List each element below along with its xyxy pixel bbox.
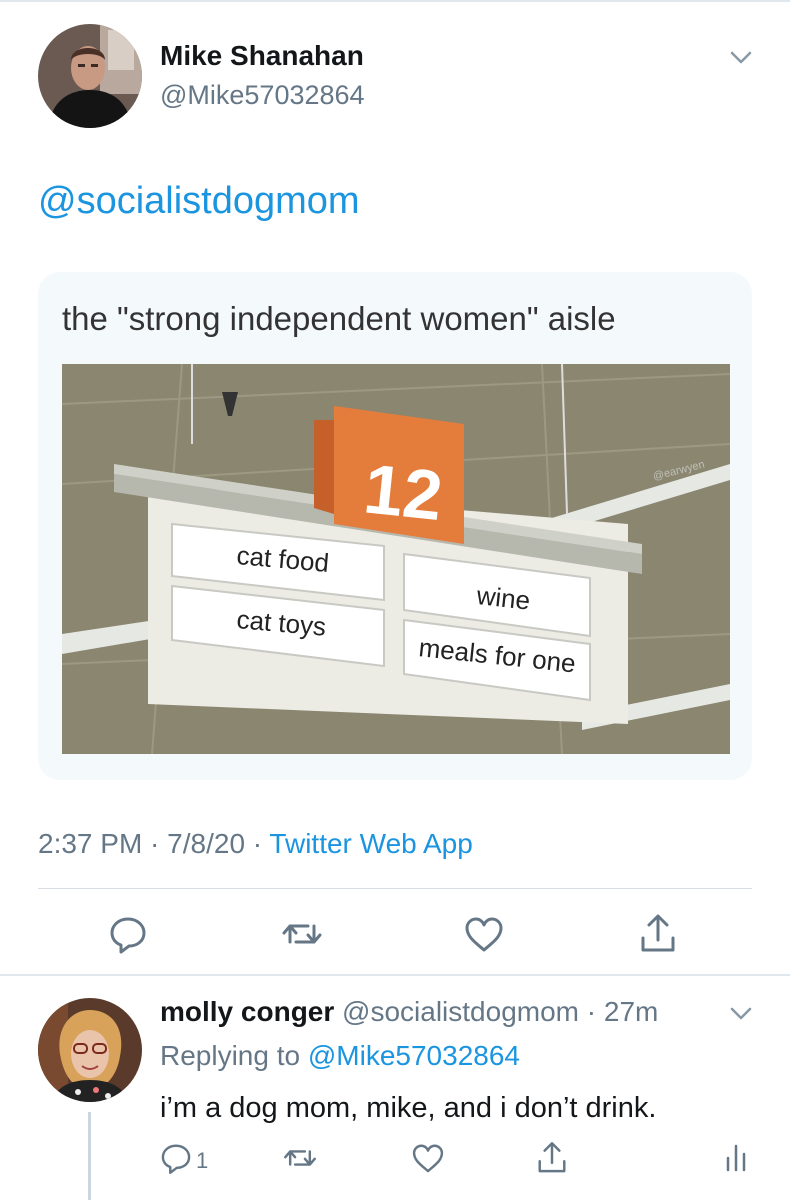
share-icon[interactable]	[534, 1140, 570, 1176]
replying-to-link[interactable]: @Mike57032864	[308, 1040, 520, 1071]
avatar-photo	[38, 24, 142, 128]
tweet-metadata: 2:37 PM · 7/8/20 · Twitter Web App	[38, 828, 473, 860]
replying-prefix: Replying to	[160, 1040, 308, 1071]
tweet-date[interactable]: 7/8/20	[167, 828, 245, 859]
analytics-icon[interactable]	[718, 1140, 754, 1176]
thread-line	[88, 1112, 91, 1200]
reply-count: 1	[196, 1148, 209, 1173]
reply-age[interactable]: 27m	[604, 996, 658, 1027]
meme-caption: the "strong independent women" aisle	[62, 300, 616, 337]
chevron-down-icon[interactable]	[726, 998, 756, 1028]
retweet-icon[interactable]	[280, 912, 324, 956]
avatar[interactable]	[38, 24, 142, 128]
retweet-icon[interactable]	[282, 1140, 318, 1176]
meta-separator: ·	[245, 828, 270, 859]
reply-icon[interactable]	[158, 1140, 194, 1176]
top-divider	[0, 0, 790, 2]
reply-author-handle[interactable]: @socialistdogmom	[342, 996, 579, 1027]
reply-avatar-photo	[38, 998, 142, 1102]
reply-icon[interactable]	[106, 912, 150, 956]
divider	[38, 888, 752, 889]
meta-separator: ·	[142, 828, 168, 859]
author-name[interactable]: Mike Shanahan	[160, 40, 364, 72]
sign-wine: wine	[474, 580, 531, 616]
divider	[0, 974, 790, 976]
tweet-source-link[interactable]: Twitter Web App	[269, 828, 472, 859]
reply-body: i’m a dog mom, mike, and i don’t drink.	[160, 1092, 657, 1124]
reply-author-name[interactable]: molly conger	[160, 996, 334, 1027]
media-card[interactable]: the "strong independent women" aisle cat…	[38, 272, 752, 780]
tweet-time[interactable]: 2:37 PM	[38, 828, 142, 859]
share-icon[interactable]	[636, 912, 680, 956]
aisle-number: 12	[360, 449, 446, 535]
aisle-sign-photo: cat food cat toys wine meals for one 12 …	[62, 364, 730, 754]
reply-avatar[interactable]	[38, 998, 142, 1102]
chevron-down-icon[interactable]	[726, 42, 756, 72]
like-icon[interactable]	[410, 1140, 446, 1176]
replying-to: Replying to @Mike57032864	[160, 1040, 520, 1072]
reply-header: molly conger @socialistdogmom · 27m	[160, 996, 658, 1028]
reply-age-separator: ·	[579, 996, 604, 1027]
author-handle[interactable]: @Mike57032864	[160, 80, 365, 111]
tweet-mention-link[interactable]: @socialistdogmom	[38, 180, 360, 223]
like-icon[interactable]	[462, 912, 506, 956]
